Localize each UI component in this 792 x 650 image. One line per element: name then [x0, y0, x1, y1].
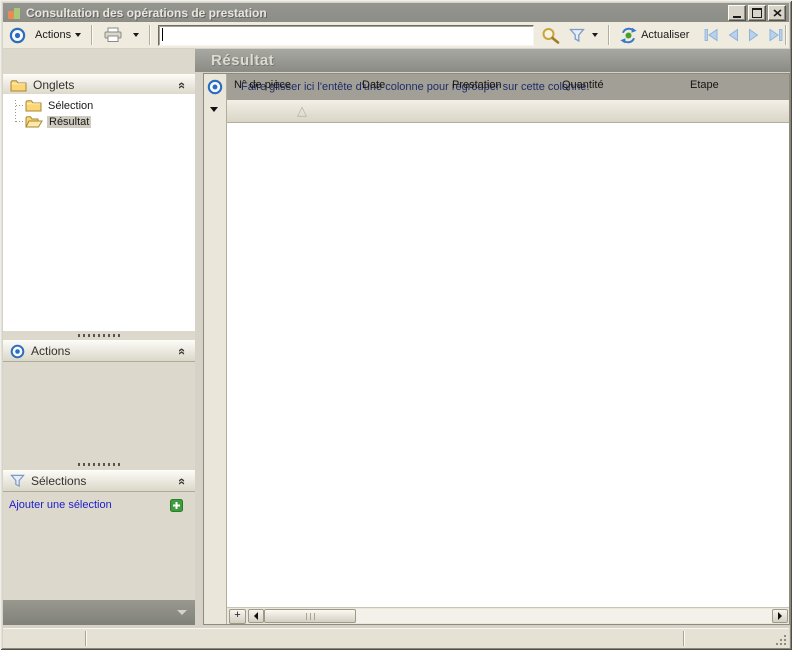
sidebar: Onglets « Sélection Résultat Actions « S… — [3, 49, 195, 625]
grid-menu-dropdown-icon[interactable] — [210, 107, 218, 112]
minimize-button[interactable] — [728, 5, 746, 21]
tree-connector — [15, 100, 16, 122]
grid-bottom-bar: + — [227, 607, 789, 624]
column-header-quantite[interactable]: Quantité — [562, 79, 604, 91]
close-button[interactable] — [768, 5, 786, 21]
resultat-title: Résultat — [211, 52, 275, 69]
column-header-etape[interactable]: Etape — [690, 79, 719, 91]
minimize-icon — [733, 15, 741, 18]
search-input[interactable] — [161, 26, 532, 44]
column-header-row: △ — [227, 100, 789, 123]
column-header-date[interactable]: Date — [362, 79, 385, 91]
close-icon — [772, 9, 782, 17]
refresh-label: Actualiser — [641, 29, 690, 41]
maximize-icon — [752, 8, 762, 18]
record-navigation — [703, 28, 784, 42]
print-button[interactable] — [98, 25, 128, 45]
resultat-panel-header: Résultat — [203, 49, 792, 72]
collapse-section-icon[interactable]: « — [175, 348, 190, 355]
filter-icon[interactable] — [569, 28, 585, 43]
grid-empty-body — [227, 123, 789, 608]
magnifier-icon[interactable] — [541, 27, 560, 44]
group-by-hint: Faire glisser ici l'entête d'une colonne… — [241, 81, 590, 93]
maximize-button[interactable] — [748, 5, 766, 21]
folder-icon — [10, 79, 27, 91]
scroll-left-button[interactable] — [248, 609, 264, 623]
tree-item-resultat[interactable]: Résultat — [25, 114, 92, 129]
bullseye-icon — [9, 27, 26, 43]
section-actions-label: Actions — [31, 344, 71, 358]
search-field — [158, 24, 535, 46]
collapse-section-icon[interactable]: « — [175, 82, 190, 89]
status-separator — [85, 631, 87, 646]
arrow-right-icon — [778, 612, 782, 620]
status-bar — [3, 628, 789, 648]
section-onglets-label: Onglets — [33, 78, 75, 92]
add-selection-row: Ajouter une sélection — [3, 496, 195, 514]
scroll-right-button[interactable] — [772, 609, 788, 623]
chevron-down-icon — [592, 33, 599, 37]
section-selections-label: Sélections — [31, 474, 87, 488]
window-controls — [728, 5, 786, 21]
sidebar-footer — [3, 600, 195, 625]
toolbar-separator — [608, 25, 611, 45]
nav-previous-icon[interactable] — [726, 28, 740, 42]
print-dropdown-button[interactable] — [128, 31, 144, 39]
column-header-prestation[interactable]: Prestation — [452, 79, 502, 91]
printer-icon — [104, 27, 122, 42]
thumb-grip — [305, 612, 315, 620]
nav-next-icon[interactable] — [747, 28, 761, 42]
chevron-down-icon — [75, 33, 82, 37]
resize-grip[interactable] — [784, 643, 786, 645]
actions-menu-label: Actions — [35, 29, 72, 41]
toolbar-separator — [91, 25, 94, 45]
filter-icon — [10, 474, 25, 488]
tree-item-label: Sélection — [48, 99, 94, 112]
app-icon — [8, 7, 20, 19]
splitter-handle[interactable] — [3, 331, 195, 340]
folder-open-icon — [25, 116, 43, 128]
window-title: Consultation des opérations de prestatio… — [26, 5, 267, 20]
bullseye-icon — [207, 79, 223, 95]
add-selection-button[interactable] — [170, 498, 183, 512]
nav-last-icon[interactable] — [768, 28, 784, 42]
nav-first-icon[interactable] — [703, 28, 719, 42]
splitter-dots — [78, 334, 120, 337]
horizontal-scrollbar[interactable] — [248, 609, 788, 623]
collapse-section-icon[interactable]: « — [175, 478, 190, 485]
status-separator — [683, 631, 685, 646]
toolbar-separator — [149, 25, 152, 45]
row-indicator-column — [204, 74, 227, 624]
toolbar: Actions Actualiser — [3, 22, 789, 48]
refresh-button[interactable]: Actualiser — [615, 25, 694, 46]
splitter-handle[interactable] — [3, 460, 195, 469]
toolbar-separator — [785, 25, 787, 45]
tree-connector — [16, 121, 24, 122]
actions-menu-button[interactable]: Actions — [30, 27, 86, 43]
filter-dropdown-button[interactable] — [587, 31, 603, 39]
add-selection-link[interactable]: Ajouter une sélection — [9, 499, 112, 511]
folder-closed-icon — [25, 100, 42, 112]
section-onglets-header[interactable]: Onglets « — [3, 74, 195, 96]
titlebar: Consultation des opérations de prestatio… — [3, 3, 789, 22]
column-header-piece[interactable]: N° de pièce — [234, 79, 291, 91]
scrollbar-thumb[interactable] — [264, 609, 356, 623]
add-row-button[interactable]: + — [229, 609, 246, 624]
chevron-down-icon[interactable] — [177, 610, 187, 615]
chevron-down-icon — [133, 33, 140, 37]
tree-item-selection[interactable]: Sélection — [25, 98, 95, 113]
tree-connector — [16, 105, 24, 106]
tree-item-label: Résultat — [47, 115, 92, 128]
section-selections-header[interactable]: Sélections « — [3, 470, 195, 492]
onglets-tree: Sélection Résultat — [3, 94, 195, 331]
section-actions-header[interactable]: Actions « — [3, 340, 195, 362]
arrow-left-icon — [254, 612, 258, 620]
refresh-icon — [620, 27, 637, 43]
bullseye-icon — [10, 344, 25, 358]
result-grid: Faire glisser ici l'entête d'une colonne… — [203, 73, 790, 625]
sort-ascending-icon: △ — [297, 103, 307, 118]
splitter-dots — [78, 463, 120, 466]
